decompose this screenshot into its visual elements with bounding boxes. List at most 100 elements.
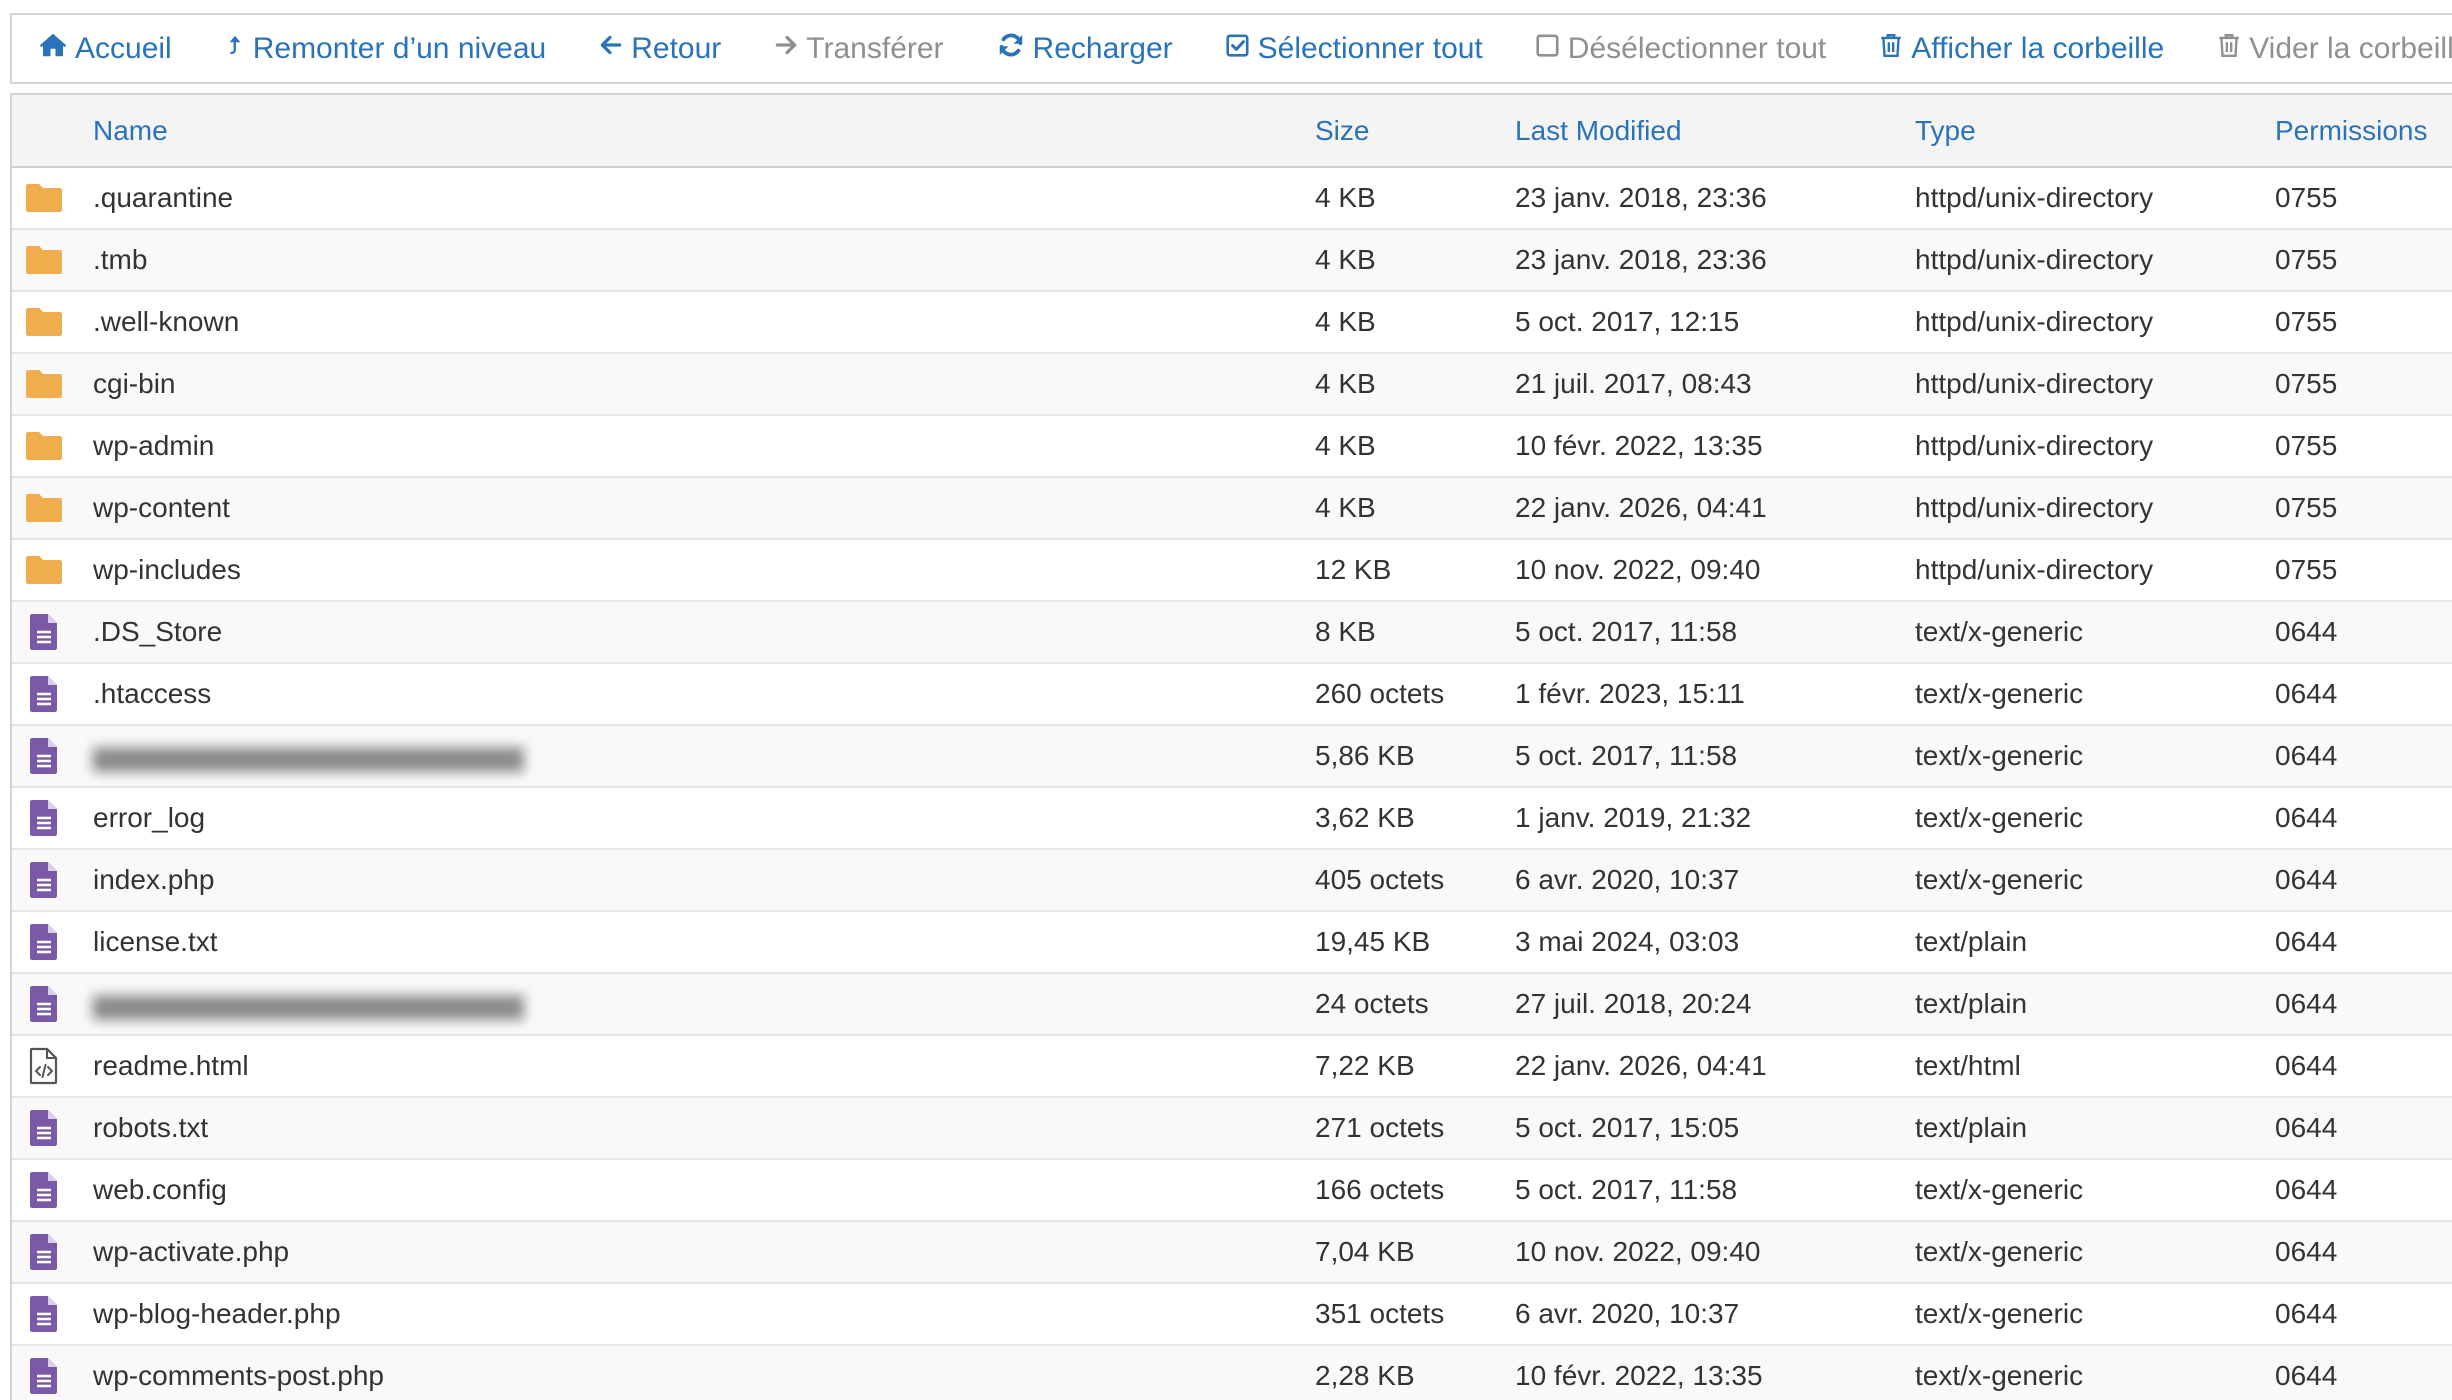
table-row[interactable]: error_log 3,62 KB 1 janv. 2019, 21:32 text/… bbox=[12, 788, 2452, 850]
file-last-modified: 3 mai 2024, 03:03 bbox=[1515, 926, 1740, 957]
column-header-size[interactable]: Size bbox=[1315, 95, 1369, 166]
file-last-modified: 1 févr. 2023, 15:11 bbox=[1515, 678, 1745, 709]
forward-label: Transférer bbox=[806, 31, 944, 65]
file-permissions: 0755 bbox=[2275, 182, 2338, 213]
table-row[interactable]: wp-comments-post.php 2,28 KB 10 févr. 2022… bbox=[12, 1346, 2452, 1400]
table-row[interactable]: wp-content 4 KB 22 janv. 2026, 04:41 httpd/… bbox=[12, 478, 2452, 540]
file-permissions: 0755 bbox=[2275, 554, 2338, 585]
file-last-modified: 22 janv. 2026, 04:41 bbox=[1515, 1050, 1767, 1081]
deselect-all-button[interactable]: Désélectionner tout bbox=[1535, 15, 1827, 82]
table-row[interactable]: .htaccess 260 octets 1 févr. 2023, 15:11 te… bbox=[12, 664, 2452, 726]
file-name[interactable]: web.config bbox=[93, 1160, 227, 1220]
file-size: 4 KB bbox=[1315, 244, 1376, 275]
file-name[interactable]: wp-content bbox=[93, 478, 230, 538]
file-last-modified: 27 juil. 2018, 20:24 bbox=[1515, 988, 1752, 1019]
level-up-icon bbox=[224, 30, 253, 68]
file-size: 7,22 KB bbox=[1315, 1050, 1415, 1081]
file-size: 8 KB bbox=[1315, 616, 1376, 647]
forward-button[interactable]: Transférer bbox=[773, 15, 944, 82]
file-permissions: 0644 bbox=[2275, 678, 2338, 709]
file-name[interactable]: wp-blog-header.php bbox=[93, 1284, 341, 1344]
table-row[interactable]: .DS_Store 8 KB 5 oct. 2017, 11:58 text/x-ge… bbox=[12, 602, 2452, 664]
file-type: text/x-generic bbox=[1915, 1174, 2084, 1205]
file-name[interactable]: cgi-bin bbox=[93, 354, 175, 414]
deselect-all-label: Désélectionner tout bbox=[1567, 31, 1827, 65]
column-header-name[interactable]: Name bbox=[93, 95, 168, 166]
file-type: httpd/unix-directory bbox=[1915, 368, 2154, 399]
file-type: text/plain bbox=[1915, 988, 2028, 1019]
home-button-label: Accueil bbox=[75, 31, 172, 65]
file-name[interactable]: .quarantine bbox=[93, 168, 233, 228]
file-size: 4 KB bbox=[1315, 368, 1376, 399]
table-row[interactable]: .well-known 4 KB 5 oct. 2017, 12:15 httpd/u… bbox=[12, 292, 2452, 354]
table-row[interactable]: .quarantine 4 KB 23 janv. 2018, 23:36 httpd… bbox=[12, 168, 2452, 230]
file-permissions: 0644 bbox=[2275, 740, 2338, 771]
file-name[interactable]: wp-admin bbox=[93, 416, 214, 476]
select-all-button[interactable]: Sélectionner tout bbox=[1225, 15, 1483, 82]
column-header-permissions[interactable]: Permissions bbox=[2275, 95, 2427, 166]
file-type: httpd/unix-directory bbox=[1915, 492, 2154, 523]
file-name[interactable]: index.php bbox=[93, 850, 214, 910]
table-row[interactable]: readme.html 7,22 KB 22 janv. 2026, 04:41 te… bbox=[12, 1036, 2452, 1098]
file-text-icon bbox=[22, 1284, 66, 1344]
file-last-modified: 23 janv. 2018, 23:36 bbox=[1515, 244, 1767, 275]
file-name[interactable]: readme.html bbox=[93, 1036, 249, 1096]
table-row[interactable]: wp-blog-header.php 351 octets 6 avr. 2020,… bbox=[12, 1284, 2452, 1346]
file-name[interactable]: error_log bbox=[93, 788, 205, 848]
file-type: httpd/unix-directory bbox=[1915, 554, 2154, 585]
file-name[interactable]: wp-includes bbox=[93, 540, 241, 600]
checked-box-icon bbox=[1225, 30, 1258, 68]
file-text-icon bbox=[22, 1222, 66, 1282]
file-name[interactable]: robots.txt bbox=[93, 1098, 208, 1158]
file-name-redacted[interactable]: ▆▆▆▆▆▆▆▆▆▆▆▆▆▆▆▆▆▆▆▆ bbox=[93, 726, 524, 786]
file-name[interactable]: .tmb bbox=[93, 230, 147, 290]
table-row[interactable]: web.config 166 octets 5 oct. 2017, 11:58 te… bbox=[12, 1160, 2452, 1222]
file-permissions: 0755 bbox=[2275, 368, 2338, 399]
file-name[interactable]: .well-known bbox=[93, 292, 239, 352]
file-permissions: 0644 bbox=[2275, 1050, 2338, 1081]
file-size: 405 octets bbox=[1315, 864, 1445, 895]
file-name[interactable]: .DS_Store bbox=[93, 602, 222, 662]
arrow-left-icon bbox=[598, 30, 631, 68]
file-text-icon bbox=[22, 1098, 66, 1158]
table-row[interactable]: .tmb 4 KB 23 janv. 2018, 23:36 httpd/unix-d… bbox=[12, 230, 2452, 292]
file-last-modified: 5 oct. 2017, 11:58 bbox=[1515, 1174, 1738, 1205]
table-row[interactable]: ▆▆▆▆▆▆▆▆▆▆▆▆▆▆▆▆▆▆▆▆ 5,86 KB 5 oct. 2017, … bbox=[12, 726, 2452, 788]
home-button[interactable]: Accueil bbox=[38, 15, 172, 82]
table-row[interactable]: robots.txt 271 octets 5 oct. 2017, 15:05 te… bbox=[12, 1098, 2452, 1160]
table-row[interactable]: ▆▆▆▆▆▆▆▆▆▆▆▆▆▆▆▆▆▆▆▆ 24 octets 27 juil. 20… bbox=[12, 974, 2452, 1036]
table-row[interactable]: license.txt 19,45 KB 3 mai 2024, 03:03 text… bbox=[12, 912, 2452, 974]
file-type: text/plain bbox=[1915, 1112, 2028, 1143]
table-row[interactable]: index.php 405 octets 6 avr. 2020, 10:37 tex… bbox=[12, 850, 2452, 912]
file-text-icon bbox=[22, 1346, 66, 1400]
column-header-type[interactable]: Type bbox=[1915, 95, 1976, 166]
reload-button[interactable]: Recharger bbox=[996, 15, 1173, 82]
file-text-icon bbox=[22, 664, 66, 724]
file-last-modified: 6 avr. 2020, 10:37 bbox=[1515, 864, 1740, 895]
file-type: text/x-generic bbox=[1915, 740, 2084, 771]
file-last-modified: 6 avr. 2020, 10:37 bbox=[1515, 1298, 1740, 1329]
table-row[interactable]: wp-activate.php 7,04 KB 10 nov. 2022, 09:4… bbox=[12, 1222, 2452, 1284]
back-button[interactable]: Retour bbox=[598, 15, 721, 82]
back-label: Retour bbox=[631, 31, 722, 65]
empty-trash-button[interactable]: Vider la corbeille bbox=[2216, 15, 2452, 82]
file-permissions: 0644 bbox=[2275, 1360, 2338, 1391]
table-row[interactable]: wp-includes 12 KB 10 nov. 2022, 09:40 httpd… bbox=[12, 540, 2452, 602]
table-row[interactable]: cgi-bin 4 KB 21 juil. 2017, 08:43 httpd/uni… bbox=[12, 354, 2452, 416]
file-name[interactable]: wp-activate.php bbox=[93, 1222, 289, 1282]
file-last-modified: 22 janv. 2026, 04:41 bbox=[1515, 492, 1767, 523]
refresh-icon bbox=[996, 30, 1033, 68]
file-code-icon bbox=[22, 1036, 66, 1096]
table-row[interactable]: wp-admin 4 KB 10 févr. 2022, 13:35 httpd/un… bbox=[12, 416, 2452, 478]
file-name[interactable]: .htaccess bbox=[93, 664, 211, 724]
up-one-level-button[interactable]: Remonter d’un niveau bbox=[224, 15, 546, 82]
column-header-last-modified[interactable]: Last Modified bbox=[1515, 95, 1682, 166]
file-manager-toolbar: Accueil Remonter d’un niveau Retour Tran… bbox=[10, 13, 2452, 84]
folder-icon bbox=[22, 354, 66, 414]
file-type: httpd/unix-directory bbox=[1915, 430, 2154, 461]
file-name[interactable]: wp-comments-post.php bbox=[93, 1346, 384, 1400]
show-trash-button[interactable]: Afficher la corbeille bbox=[1878, 15, 2164, 82]
file-name[interactable]: license.txt bbox=[93, 912, 218, 972]
file-last-modified: 10 févr. 2022, 13:35 bbox=[1515, 1360, 1763, 1391]
file-name-redacted[interactable]: ▆▆▆▆▆▆▆▆▆▆▆▆▆▆▆▆▆▆▆▆ bbox=[93, 974, 524, 1034]
